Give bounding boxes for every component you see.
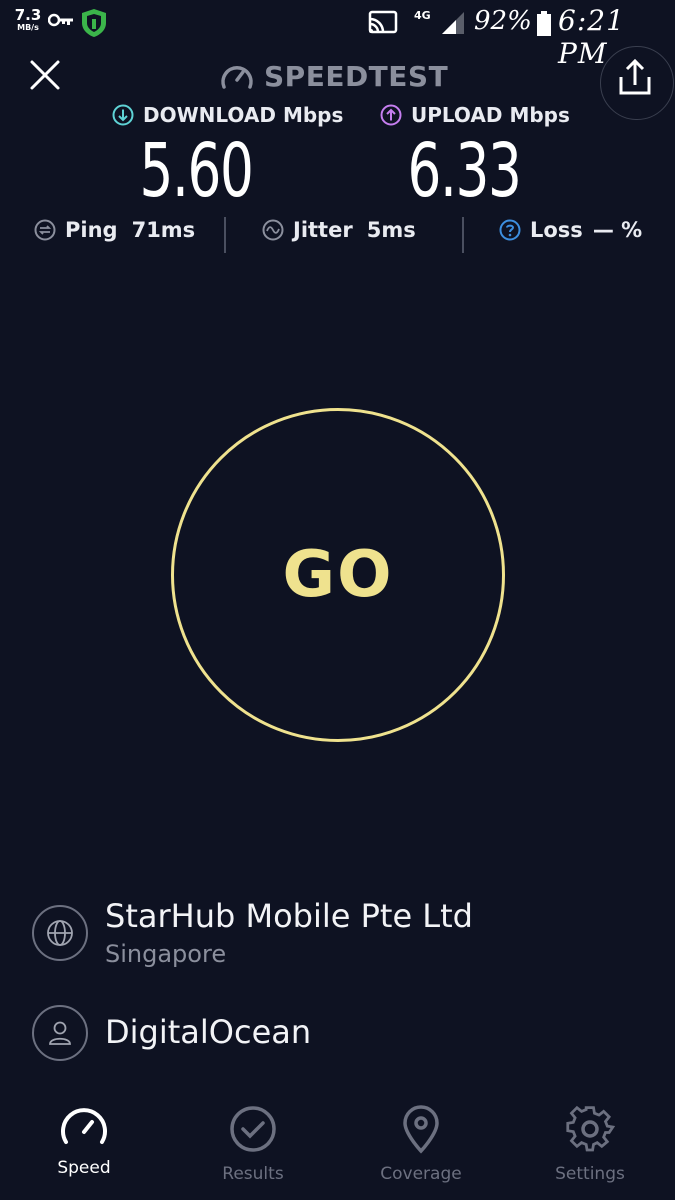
nav-speed[interactable]: Speed — [24, 1104, 144, 1178]
nav-results[interactable]: Results — [193, 1104, 313, 1184]
app-title: SPEEDTEST — [264, 59, 449, 93]
nav-settings[interactable]: Settings — [530, 1104, 650, 1184]
nav-coverage[interactable]: Coverage — [361, 1104, 481, 1184]
battery-icon — [537, 11, 551, 36]
cast-icon — [368, 10, 398, 34]
server-icon-wrap[interactable] — [32, 1005, 88, 1061]
server-name[interactable]: DigitalOcean — [105, 1013, 311, 1051]
go-label: GO — [282, 538, 394, 612]
map-pin-icon — [403, 1105, 439, 1154]
network-speed-unit: MB/s — [17, 23, 39, 32]
ping-stat: Ping 71ms — [34, 218, 195, 242]
ping-label: Ping — [65, 218, 118, 242]
loss-stat[interactable]: Loss — % — [499, 218, 642, 242]
signal-icon — [442, 12, 464, 34]
jitter-stat: Jitter 5ms — [262, 218, 416, 242]
speedometer-logo-icon — [221, 66, 253, 89]
ping-value: 71ms — [131, 218, 196, 242]
upload-icon — [380, 104, 402, 126]
network-speed-value: 7.3 — [14, 6, 42, 24]
ping-icon — [34, 219, 56, 241]
nav-settings-label: Settings — [555, 1164, 625, 1184]
nav-coverage-label: Coverage — [380, 1164, 462, 1184]
globe-icon — [47, 920, 73, 946]
share-icon — [619, 58, 651, 95]
isp-icon-wrap — [32, 905, 88, 961]
upload-header: UPLOAD Mbps — [380, 103, 570, 127]
stat-divider — [462, 217, 464, 253]
network-speed-indicator: 7.3 MB/s — [14, 8, 42, 32]
nav-results-label: Results — [222, 1164, 284, 1184]
isp-location: Singapore — [105, 940, 227, 968]
go-button[interactable]: GO — [171, 408, 505, 742]
download-header: DOWNLOAD Mbps — [112, 103, 343, 127]
upload-value: 6.33 — [407, 128, 522, 214]
download-label: DOWNLOAD Mbps — [143, 103, 344, 127]
loss-value: — % — [592, 218, 643, 242]
jitter-value: 5ms — [366, 218, 416, 242]
app-header: SPEEDTEST — [220, 58, 448, 94]
isp-name: StarHub Mobile Pte Ltd — [105, 897, 473, 935]
upload-label: UPLOAD Mbps — [411, 103, 570, 127]
battery-percent: 92% — [474, 6, 532, 36]
status-bar: 7.3 MB/s 4G 92% 6:21 PM — [0, 0, 675, 70]
nav-speed-label: Speed — [57, 1158, 111, 1178]
speedometer-icon — [61, 1108, 107, 1144]
stat-divider — [224, 217, 226, 253]
network-type: 4G — [414, 9, 431, 22]
jitter-label: Jitter — [293, 218, 353, 242]
person-icon — [49, 1021, 71, 1045]
gear-icon — [566, 1105, 615, 1152]
download-icon — [112, 104, 134, 126]
help-icon — [499, 219, 521, 241]
key-icon — [48, 13, 73, 27]
jitter-icon — [262, 219, 284, 241]
download-value: 5.60 — [139, 128, 254, 214]
close-button[interactable] — [26, 56, 64, 94]
vpn-shield-icon — [82, 9, 106, 37]
check-circle-icon — [230, 1106, 276, 1152]
loss-label: Loss — [530, 218, 583, 242]
share-button[interactable] — [600, 46, 674, 120]
